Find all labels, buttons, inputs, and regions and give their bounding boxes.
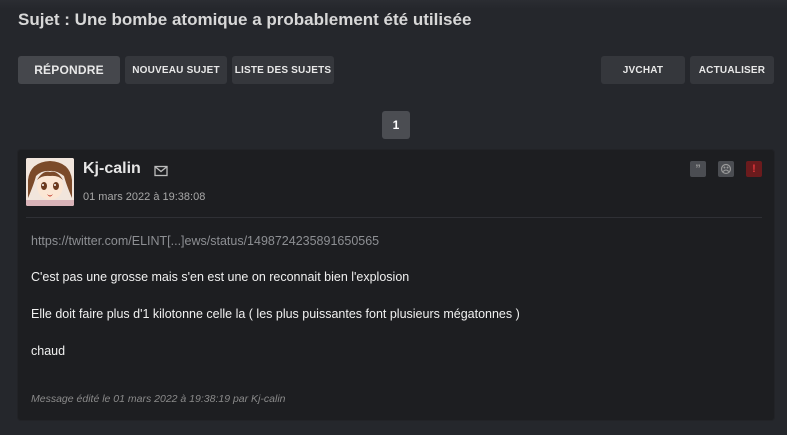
post-actions: ” ☹ !: [690, 161, 762, 177]
topic-list-button[interactable]: LISTE DES SUJETS: [232, 56, 334, 84]
post-link[interactable]: https://twitter.com/ELINT[...]ews/status…: [31, 234, 379, 248]
jvchat-button[interactable]: JVCHAT: [601, 56, 685, 84]
post-paragraph: Elle doit faire plus d'1 kilotonne celle…: [31, 307, 520, 321]
post-date[interactable]: 01 mars 2022 à 19:38:08: [83, 191, 205, 203]
top-strip: [0, 0, 787, 9]
divider: [26, 217, 762, 218]
forum-post: Kj-calin 01 mars 2022 à 19:38:08 ” ☹ ! h…: [18, 150, 774, 420]
mail-icon[interactable]: [154, 165, 168, 177]
reply-button[interactable]: RÉPONDRE: [18, 56, 120, 84]
pagination-page-1[interactable]: 1: [382, 111, 410, 139]
new-topic-button[interactable]: NOUVEAU SUJET: [125, 56, 227, 84]
topic-title: Sujet : Une bombe atomique a probablemen…: [18, 10, 472, 29]
post-paragraph: chaud: [31, 344, 66, 358]
post-author[interactable]: Kj-calin: [83, 160, 141, 178]
blacklist-icon[interactable]: ☹: [718, 161, 734, 177]
avatar[interactable]: [26, 158, 74, 206]
report-icon[interactable]: !: [746, 161, 762, 177]
quote-icon[interactable]: ”: [690, 161, 706, 177]
refresh-button[interactable]: ACTUALISER: [690, 56, 774, 84]
edited-note: Message édité le 01 mars 2022 à 19:38:19…: [31, 393, 286, 405]
post-paragraph: C'est pas une grosse mais s'en est une o…: [31, 270, 410, 284]
